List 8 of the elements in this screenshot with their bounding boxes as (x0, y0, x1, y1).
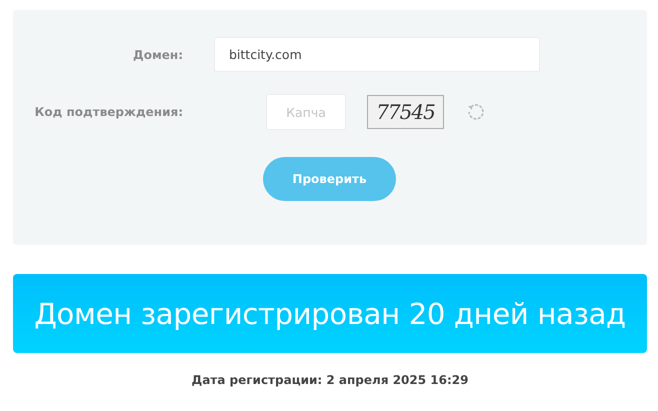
result-banner: Домен зарегистрирован 20 дней назад (13, 274, 647, 353)
refresh-icon[interactable] (466, 102, 486, 122)
field-label: Домен: (132, 48, 183, 62)
domain-field[interactable]: bittcity.com (214, 37, 540, 72)
registration-date: Дата регистрации: 2 апреля 2025 16:29 (192, 373, 468, 387)
captcha-image: 77545 (367, 95, 444, 129)
field-label: Код подтверждения: (34, 105, 183, 119)
captcha-field[interactable]: Капча (266, 94, 346, 130)
